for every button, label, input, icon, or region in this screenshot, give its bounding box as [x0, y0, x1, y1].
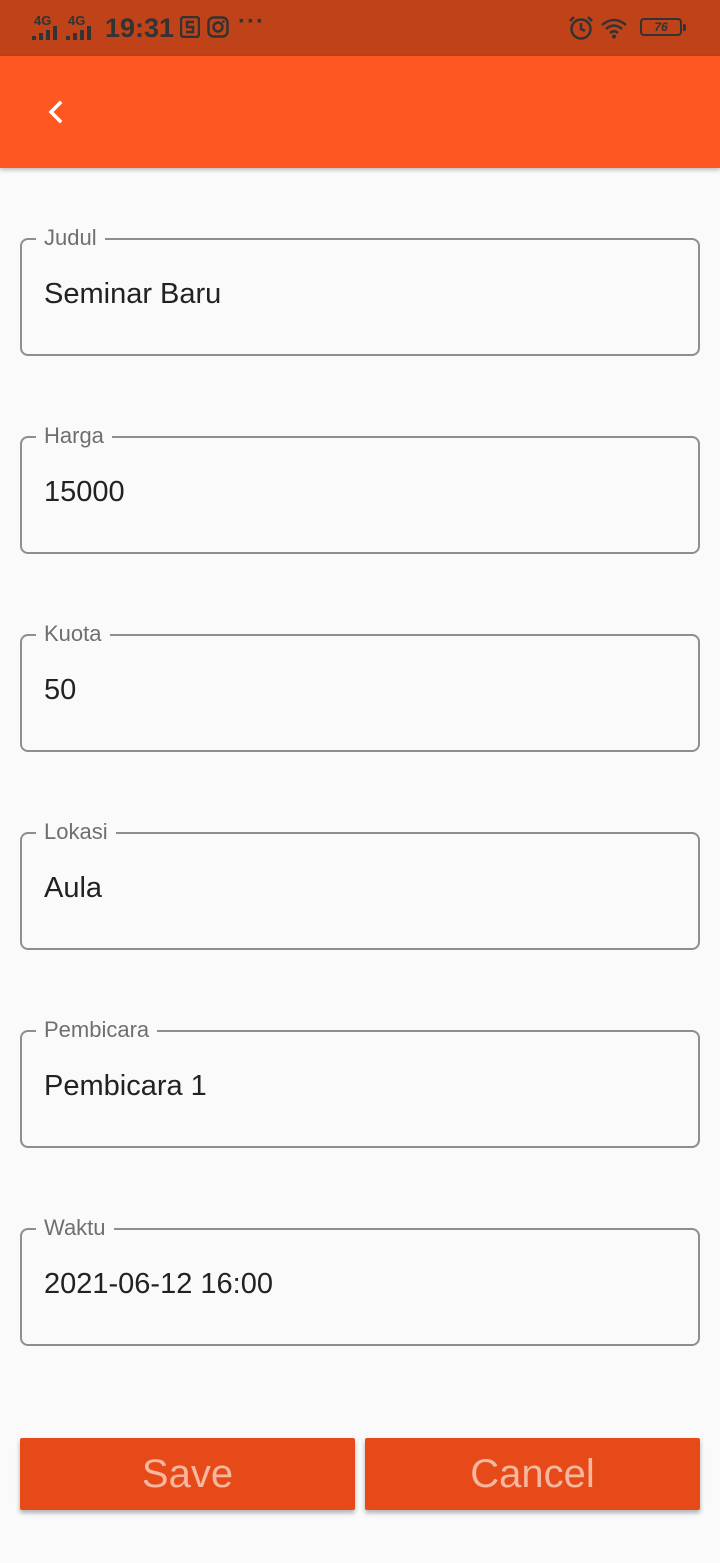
kuota-field: Kuota — [20, 621, 700, 752]
status-bar: 4G 4G 19:31 ··· 76 — [0, 0, 720, 56]
harga-input[interactable] — [44, 472, 674, 512]
instagram-icon — [207, 16, 229, 38]
alarm-icon — [569, 16, 593, 40]
signal-icon-2: 4G — [66, 14, 96, 40]
judul-field: Judul — [20, 225, 700, 356]
battery-icon: 76 — [640, 18, 686, 36]
notification-s-icon — [180, 16, 200, 38]
app-screen: 4G 4G 19:31 ··· 76 Judul Seminar Baru Ha… — [0, 0, 720, 1563]
back-button[interactable] — [26, 82, 86, 142]
harga-label: Harga — [36, 423, 112, 449]
pembicara-input[interactable] — [44, 1066, 674, 1106]
battery-level: 76 — [654, 20, 668, 34]
judul-label: Judul — [36, 225, 105, 251]
waktu-field: Waktu — [20, 1215, 700, 1346]
app-bar — [0, 56, 720, 168]
chevron-left-icon — [48, 100, 63, 124]
more-notifications-icon: ··· — [238, 8, 265, 35]
harga-field: Harga — [20, 423, 700, 554]
lokasi-label: Lokasi — [36, 819, 116, 845]
kuota-input[interactable] — [44, 670, 674, 710]
lokasi-input[interactable] — [44, 868, 674, 908]
waktu-label: Waktu — [36, 1215, 114, 1241]
judul-input[interactable] — [44, 274, 674, 314]
lokasi-field: Lokasi — [20, 819, 700, 950]
status-time: 19:31 — [105, 13, 175, 43]
wifi-icon — [601, 18, 627, 39]
save-button[interactable]: Save — [20, 1438, 355, 1510]
signal-icon-1: 4G — [32, 14, 62, 40]
waktu-input[interactable] — [44, 1264, 674, 1304]
pembicara-label: Pembicara — [36, 1017, 158, 1043]
pembicara-field: Pembicara — [20, 1017, 700, 1148]
cancel-button[interactable]: Cancel — [365, 1438, 700, 1510]
kuota-label: Kuota — [36, 621, 110, 647]
